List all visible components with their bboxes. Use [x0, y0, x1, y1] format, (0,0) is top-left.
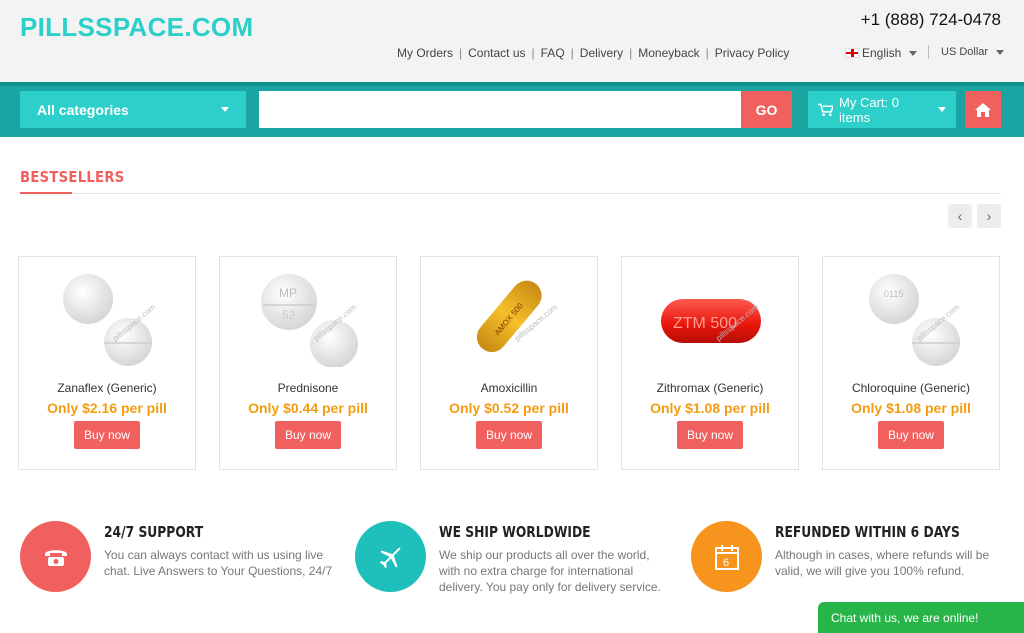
feature-title: 24/7 SUPPORT	[104, 523, 204, 541]
product-price: Only $0.52 per pill	[449, 400, 569, 416]
product-price: Only $1.08 per pill	[851, 400, 971, 416]
chevron-right-icon: ›	[986, 208, 992, 224]
pill-imprint: 52	[282, 308, 296, 322]
chevron-down-icon	[221, 107, 229, 112]
site-logo[interactable]: PILLSSPACE.COM	[20, 12, 253, 43]
nav-my-orders[interactable]: My Orders	[397, 46, 453, 60]
airplane-icon	[379, 547, 400, 568]
product-price: Only $2.16 per pill	[47, 400, 167, 416]
product-card: 0115 pillsspace.com Chloroquine (Generic…	[822, 256, 1000, 470]
carousel-next-button[interactable]: ›	[977, 204, 1001, 228]
carousel-prev-button[interactable]: ‹	[948, 204, 972, 228]
buy-now-button[interactable]: Buy now	[74, 421, 140, 449]
pill-image: pillsspace.com	[63, 274, 157, 366]
phone-number: +1 (888) 724-0478	[860, 10, 1001, 29]
chevron-left-icon: ‹	[957, 208, 963, 224]
calendar-number: 6	[723, 557, 729, 569]
top-nav: My Orders | Contact us | FAQ | Delivery | Mo…	[397, 46, 790, 60]
product-name[interactable]: Zithromax (Generic)	[622, 381, 798, 395]
cart-label: My Cart: 0 items	[839, 94, 900, 125]
pill-image: AMOX 500 pillsspace.com	[476, 280, 559, 353]
divider	[928, 45, 929, 59]
buy-now-button[interactable]: Buy now	[476, 421, 542, 449]
toolbar: All categories GO My Cart: 0 items	[0, 82, 1024, 137]
nav-contact-us[interactable]: Contact us	[468, 46, 525, 60]
home-icon	[975, 102, 991, 117]
feature-text: Although in cases, where refunds will be…	[775, 548, 990, 578]
site-header: PILLSSPACE.COM +1 (888) 724-0478 My Orde…	[0, 0, 1024, 82]
feature-text: We ship our products all over the world,…	[439, 548, 661, 594]
feature-title: REFUNDED WITHIN 6 DAYS	[775, 523, 960, 541]
nav-delivery[interactable]: Delivery	[580, 46, 623, 60]
feature-icon-circle: 6	[691, 521, 762, 592]
chevron-down-icon	[909, 50, 918, 56]
category-select[interactable]: All categories	[20, 91, 246, 128]
title-underline	[20, 192, 72, 194]
language-selector[interactable]: English	[845, 46, 918, 60]
pill-image: ZTM 500 pillsspace.com	[661, 299, 761, 343]
go-button[interactable]: GO	[741, 91, 792, 128]
product-price: Only $1.08 per pill	[650, 400, 770, 416]
currency-label: US Dollar	[941, 46, 989, 58]
live-chat-button[interactable]: Chat with us, we are online!	[818, 602, 1024, 633]
home-button[interactable]	[965, 91, 1001, 128]
product-card: AMOX 500 pillsspace.com Amoxicillin Only…	[420, 256, 598, 470]
feature-icon-circle	[355, 521, 426, 592]
nav-faq[interactable]: FAQ	[541, 46, 565, 60]
product-card: pillsspace.com Zanaflex (Generic) Only $…	[18, 256, 196, 470]
feature-icon-circle	[20, 521, 91, 592]
product-name[interactable]: Chloroquine (Generic)	[823, 381, 999, 395]
cart-icon	[818, 103, 834, 116]
product-name[interactable]: Prednisone	[220, 381, 396, 395]
phone-icon	[44, 549, 67, 566]
feature-title: WE SHIP WORLDWIDE	[439, 523, 591, 541]
divider	[20, 193, 1001, 194]
section-title: BESTSELLERS	[20, 168, 125, 186]
product-name[interactable]: Zanaflex (Generic)	[19, 381, 195, 395]
calendar-icon: 6	[714, 544, 739, 570]
pill-image: MP 52 pillsspace.com	[261, 274, 358, 367]
chevron-down-icon	[996, 49, 1005, 55]
cart-button[interactable]: My Cart: 0 items	[808, 91, 956, 128]
chevron-down-icon	[938, 107, 946, 112]
product-card: MP 52 pillsspace.com Prednisone Only $0.…	[219, 256, 397, 470]
product-price: Only $0.44 per pill	[248, 400, 368, 416]
buy-now-button[interactable]: Buy now	[677, 421, 743, 449]
buy-now-button[interactable]: Buy now	[275, 421, 341, 449]
currency-selector[interactable]: US Dollar	[930, 46, 1005, 58]
search-input[interactable]	[259, 91, 741, 128]
pill-imprint: MP	[279, 286, 297, 300]
language-label: English	[862, 46, 902, 60]
buy-now-button[interactable]: Buy now	[878, 421, 944, 449]
product-name[interactable]: Amoxicillin	[421, 381, 597, 395]
pill-image: 0115 pillsspace.com	[869, 274, 961, 366]
england-flag-icon	[845, 48, 859, 58]
category-label: All categories	[37, 101, 129, 118]
product-card: ZTM 500 pillsspace.com Zithromax (Generi…	[621, 256, 799, 470]
feature-text: You can always contact with us using liv…	[104, 548, 333, 578]
nav-privacy-policy[interactable]: Privacy Policy	[715, 46, 790, 60]
nav-moneyback[interactable]: Moneyback	[638, 46, 699, 60]
pill-imprint: 0115	[884, 289, 903, 299]
